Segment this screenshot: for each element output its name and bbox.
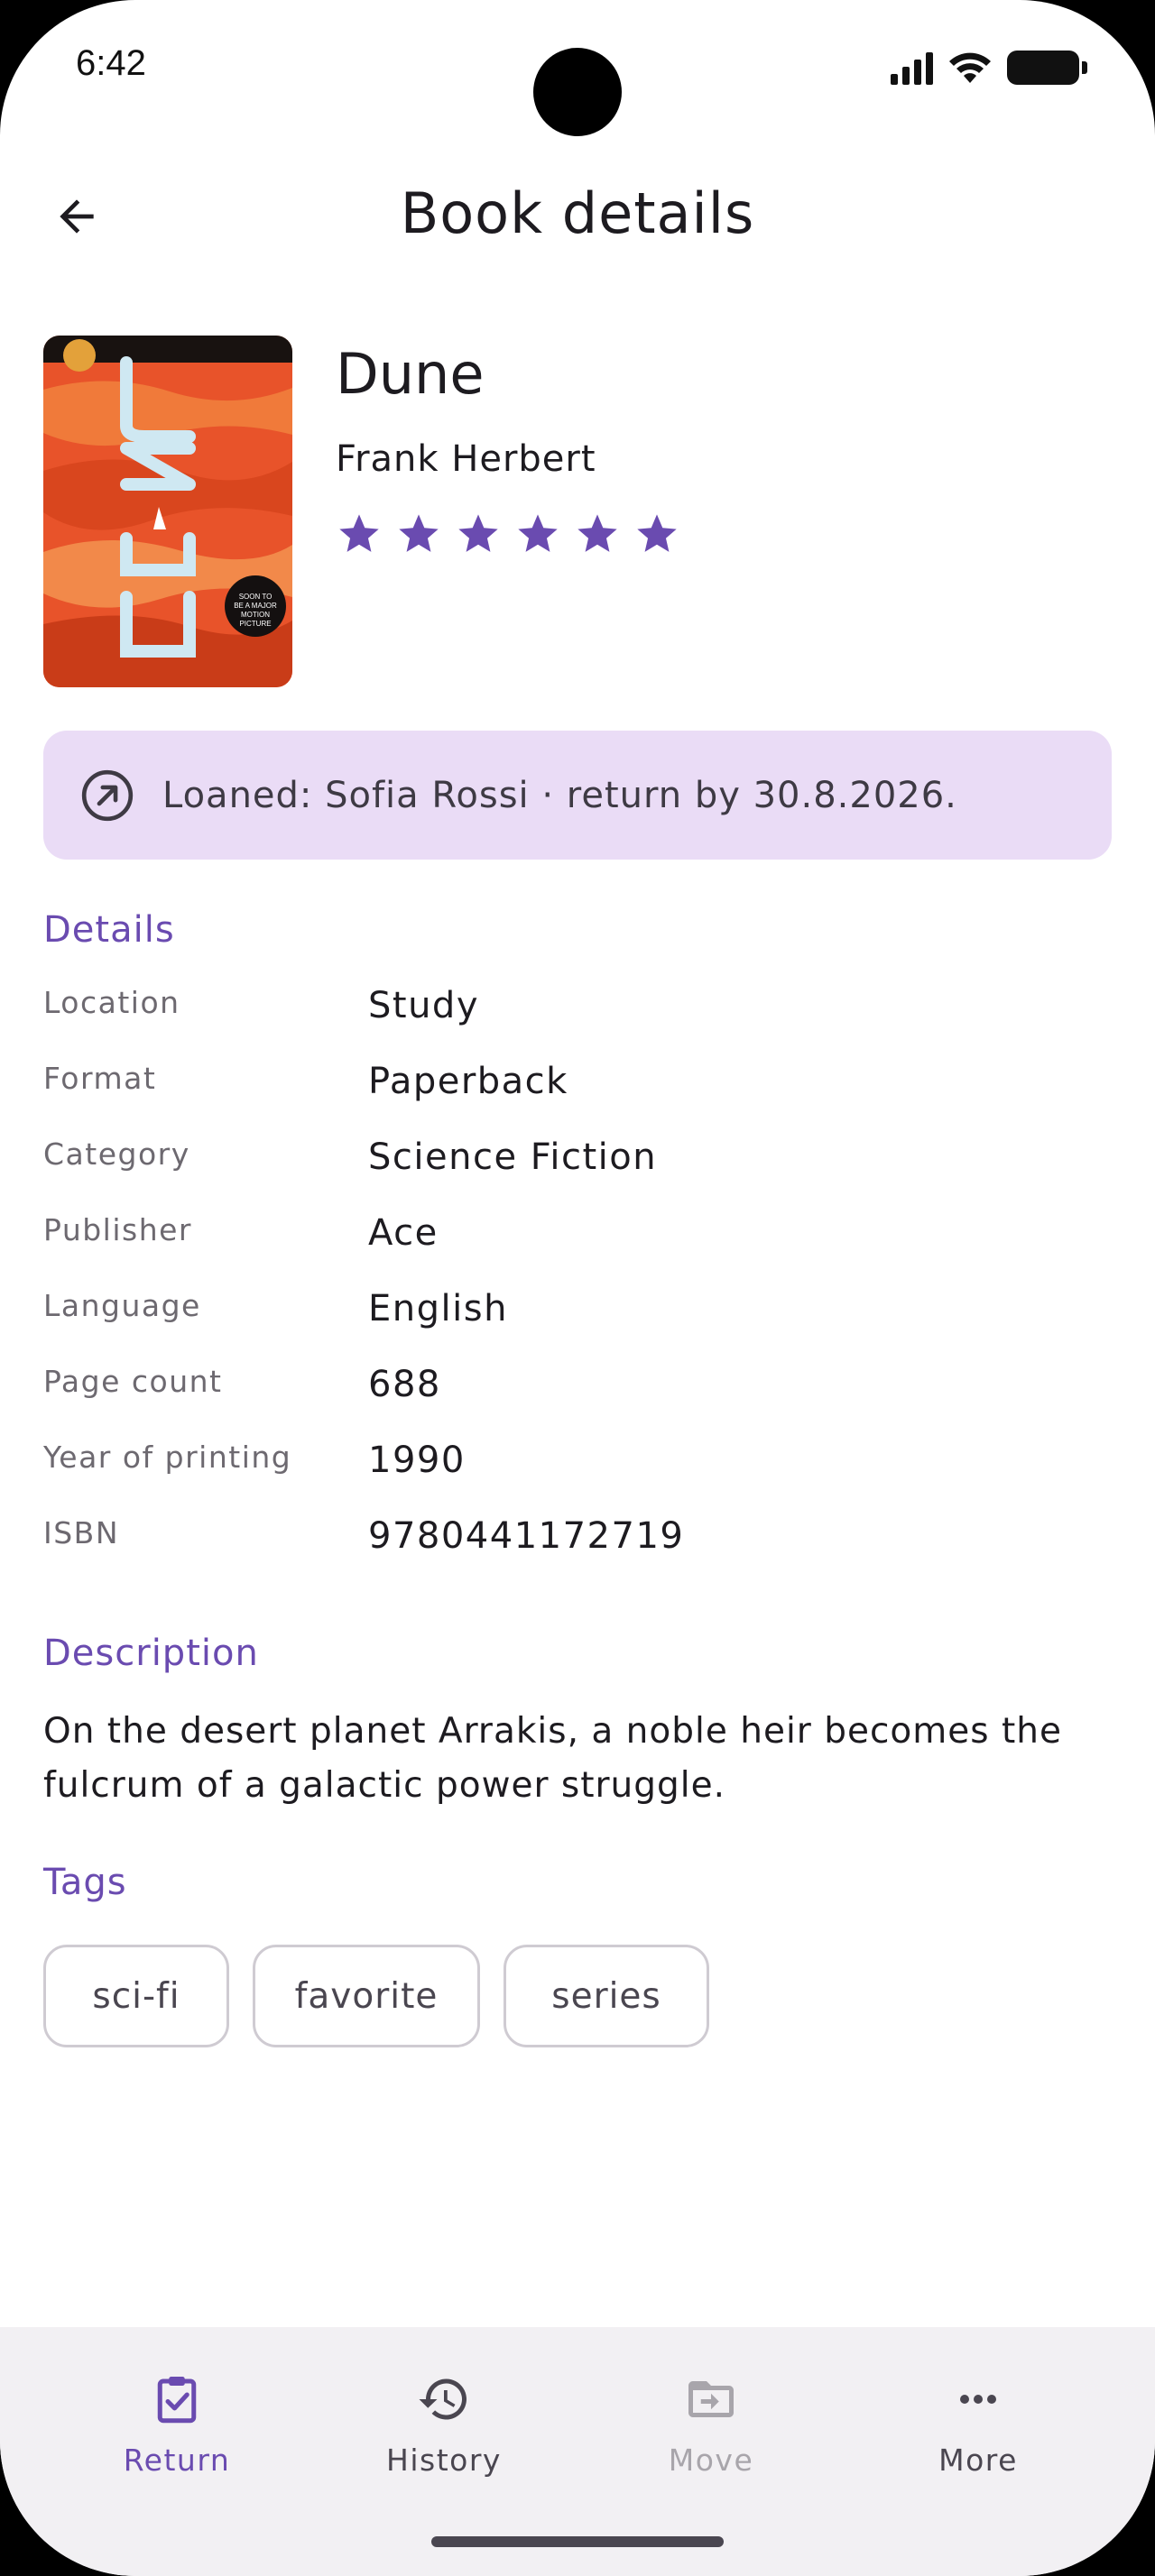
star-icon[interactable] xyxy=(633,511,680,557)
home-indicator[interactable] xyxy=(431,2536,724,2547)
rating-stars[interactable] xyxy=(336,511,680,557)
star-icon[interactable] xyxy=(455,511,502,557)
detail-value: Science Fiction xyxy=(368,1136,658,1178)
detail-value: Paperback xyxy=(368,1061,568,1102)
more-horizontal-icon xyxy=(960,2395,996,2404)
loan-text: Loaned: Sofia Rossi · return by 30.8.202… xyxy=(162,774,957,816)
loan-banner[interactable]: Loaned: Sofia Rossi · return by 30.8.202… xyxy=(43,731,1112,860)
detail-value: English xyxy=(368,1288,508,1329)
battery-icon xyxy=(1007,51,1087,85)
detail-row-location: Location Study xyxy=(43,985,1112,1061)
svg-text:PICTURE: PICTURE xyxy=(239,620,271,628)
tag-chip[interactable]: favorite xyxy=(253,1945,480,2047)
svg-text:BE A MAJOR: BE A MAJOR xyxy=(234,602,277,610)
page-title: Book details xyxy=(400,180,755,246)
book-cover-image: SOON TO BE A MAJOR MOTION PICTURE xyxy=(43,336,292,687)
detail-row-publisher: Publisher Ace xyxy=(43,1212,1112,1288)
detail-value: Study xyxy=(368,985,479,1026)
detail-label: Language xyxy=(43,1288,201,1323)
detail-value: 9780441172719 xyxy=(368,1515,685,1557)
detail-value: 1990 xyxy=(368,1440,466,1481)
detail-row-language: Language English xyxy=(43,1288,1112,1364)
details-heading: Details xyxy=(43,909,175,951)
signal-icon xyxy=(891,51,933,85)
svg-text:SOON TO: SOON TO xyxy=(239,593,273,601)
detail-label: ISBN xyxy=(43,1515,120,1550)
phone-screen: 6:42 Book details SOON TO BE A MAJOR MOT… xyxy=(0,0,1155,2576)
detail-row-year: Year of printing 1990 xyxy=(43,1440,1112,1515)
wifi-icon xyxy=(949,52,991,83)
nav-item-more[interactable]: More xyxy=(845,2372,1112,2478)
detail-label: Page count xyxy=(43,1364,223,1399)
book-author: Frank Herbert xyxy=(336,438,596,480)
detail-label: Location xyxy=(43,985,180,1020)
nav-item-move[interactable]: Move xyxy=(578,2372,845,2478)
tags-heading: Tags xyxy=(43,1862,127,1903)
detail-value: Ace xyxy=(368,1212,439,1254)
star-icon[interactable] xyxy=(336,511,383,557)
book-cover: SOON TO BE A MAJOR MOTION PICTURE xyxy=(43,336,292,687)
star-icon[interactable] xyxy=(574,511,621,557)
nav-label: More xyxy=(938,2443,1018,2478)
star-icon[interactable] xyxy=(514,511,561,557)
detail-label: Year of printing xyxy=(43,1440,292,1475)
folder-move-icon xyxy=(688,2381,734,2417)
nav-item-return[interactable]: Return xyxy=(43,2372,310,2478)
star-icon[interactable] xyxy=(395,511,442,557)
description-heading: Description xyxy=(43,1633,259,1674)
status-icons xyxy=(891,51,1087,85)
clipboard-check-icon xyxy=(157,2377,197,2424)
detail-label: Publisher xyxy=(43,1212,192,1247)
nav-item-history[interactable]: History xyxy=(310,2372,578,2478)
history-icon xyxy=(419,2378,467,2420)
detail-row-category: Category Science Fiction xyxy=(43,1136,1112,1212)
camera-cutout xyxy=(533,48,622,136)
status-time: 6:42 xyxy=(76,43,146,83)
nav-label: Return xyxy=(123,2443,231,2478)
detail-row-format: Format Paperback xyxy=(43,1061,1112,1136)
detail-label: Category xyxy=(43,1136,190,1172)
book-title: Dune xyxy=(336,341,485,407)
tag-chip[interactable]: series xyxy=(504,1945,709,2047)
nav-label: Move xyxy=(668,2443,754,2478)
arrow-outward-circle-icon xyxy=(81,769,134,821)
tag-chip[interactable]: sci-fi xyxy=(43,1945,229,2047)
detail-label: Format xyxy=(43,1061,157,1096)
svg-text:MOTION: MOTION xyxy=(241,611,270,619)
description-text: On the desert planet Arrakis, a noble he… xyxy=(43,1711,1062,1806)
nav-label: History xyxy=(386,2443,502,2478)
detail-row-isbn: ISBN 9780441172719 xyxy=(43,1515,1112,1591)
detail-row-page-count: Page count 688 xyxy=(43,1364,1112,1440)
detail-value: 688 xyxy=(368,1364,441,1405)
tags-list: sci-fi favorite series xyxy=(43,1945,709,2047)
